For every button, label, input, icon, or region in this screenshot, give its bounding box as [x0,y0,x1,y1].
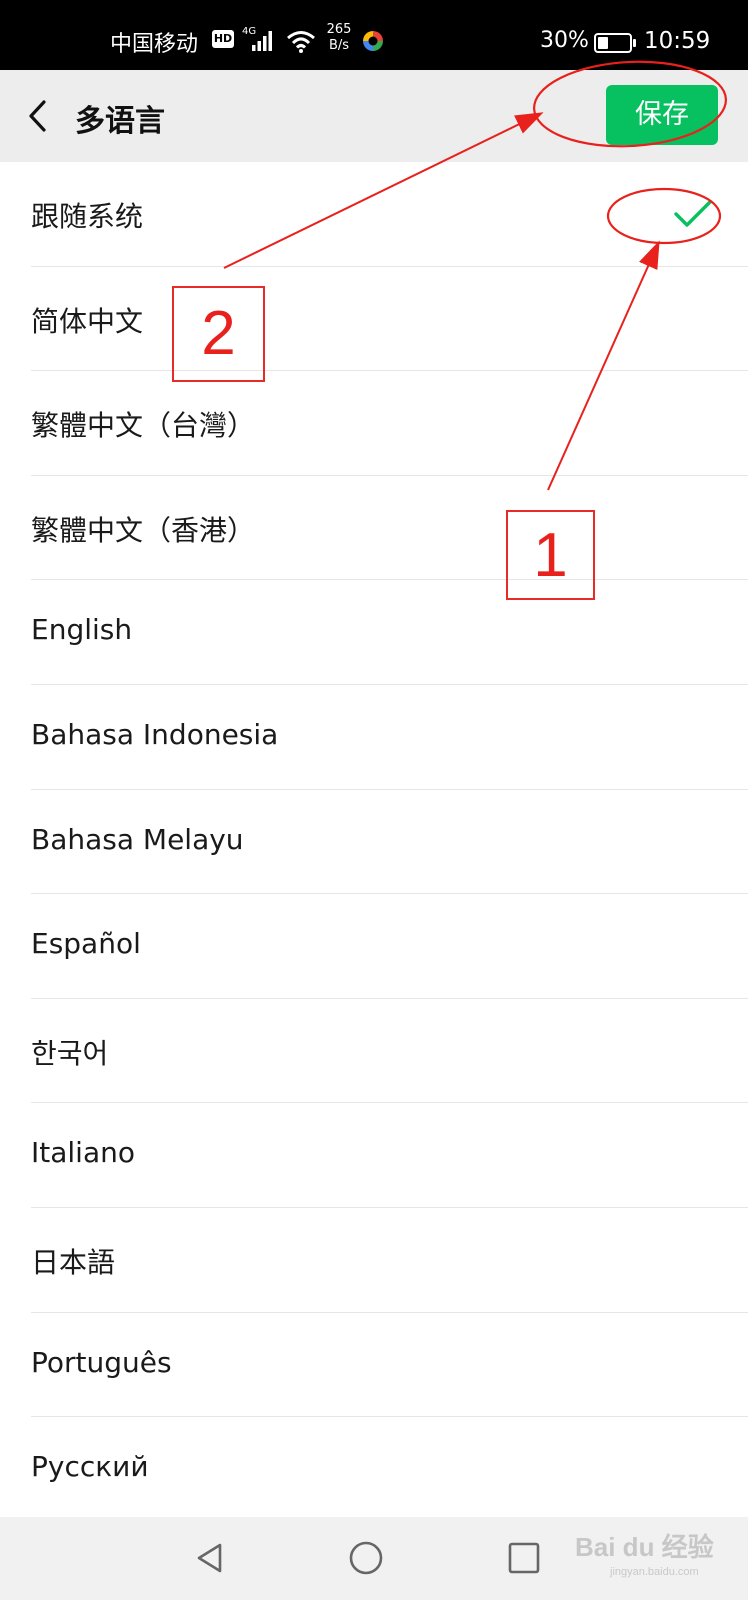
checkmark-icon [674,200,712,227]
language-option[interactable]: Italiano [0,1103,748,1208]
language-list: 跟随系统简体中文繁體中文（台灣） 繁體中文（香港） English Bahasa In… [0,162,748,1522]
speed-unit: B/s [328,38,350,53]
battery-icon [594,33,636,53]
language-label: Italiano [31,1136,135,1170]
save-button[interactable]: 保存 [606,85,718,145]
language-option[interactable]: Português [0,1313,748,1418]
clock: 10:59 [644,28,711,54]
language-label: 简体中文 [31,304,144,338]
nav-header: 多语言 保存 [0,70,748,162]
language-option[interactable]: 日本語 [0,1208,748,1313]
app-notification-icon [363,31,383,51]
status-bar: 中国移动 HD 4G 265 B/s 30% 10:59 [0,0,748,70]
language-option[interactable]: Русский [0,1417,748,1522]
wifi-icon [287,31,315,53]
nav-recents-icon[interactable] [506,1540,542,1576]
language-label: 繁體中文（台灣） [31,409,256,443]
language-label: 跟随系统 [31,200,144,233]
language-option[interactable]: 繁體中文（台灣） [0,371,748,476]
language-option[interactable]: 繁體中文（香港） [0,476,748,581]
nav-home-icon[interactable] [348,1540,384,1576]
battery-percent: 30% [540,28,589,53]
language-label: 日本語 [31,1245,116,1279]
language-option[interactable]: 跟随系统 [0,162,748,267]
language-label: Русский [31,1450,149,1484]
language-option[interactable]: English [0,580,748,685]
nav-back-icon[interactable] [192,1540,228,1576]
language-label: 繁體中文（香港） [31,513,256,547]
signal-icon [252,31,272,51]
language-option[interactable]: 한국어 [0,999,748,1104]
carrier-name: 中国移动 [110,32,199,57]
language-option[interactable]: 简体中文 [0,267,748,372]
network-speed: 265 B/s [322,22,356,54]
language-label: Bahasa Indonesia [31,717,279,751]
language-label: Português [31,1345,172,1379]
language-option[interactable]: Español [0,894,748,999]
speed-value: 265 [326,22,352,37]
language-label: Español [31,927,141,961]
language-label: 한국어 [31,1036,109,1070]
language-option[interactable]: Bahasa Melayu [0,790,748,895]
hd-badge: HD [212,30,234,48]
language-label: English [31,613,133,647]
language-label: Bahasa Melayu [31,822,244,856]
system-nav-bar [0,1517,748,1600]
chevron-left-icon[interactable] [20,96,60,136]
language-option[interactable]: Bahasa Indonesia [0,685,748,790]
page-title: 多语言 [75,104,165,139]
